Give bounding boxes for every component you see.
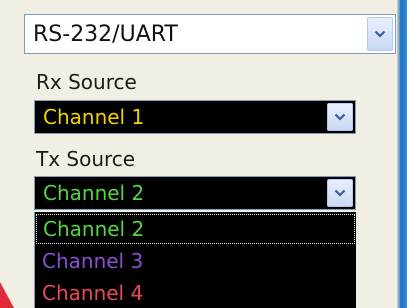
chevron-down-icon [334,113,346,121]
tx-option-channel-4[interactable]: Channel 4 [36,278,355,308]
dropdown-button[interactable] [327,179,353,207]
protocol-mode-value: RS-232/UART [33,21,178,47]
tx-option-channel-3[interactable]: Channel 3 [36,246,355,276]
rx-source-label: Rx Source [36,70,137,94]
tx-source-value: Channel 2 [43,181,145,205]
chevron-down-icon [374,30,386,38]
protocol-settings-panel: RS-232/UART Rx Source Channel 1 Tx Sourc… [0,0,397,308]
rx-source-select[interactable]: Channel 1 [34,100,356,134]
tx-option-channel-2[interactable]: Channel 2 [36,214,355,244]
tx-source-select[interactable]: Channel 2 [34,176,356,210]
dropdown-button[interactable] [367,17,393,51]
rx-source-value: Channel 1 [43,105,145,129]
chevron-down-icon [334,189,346,197]
window-edge [397,0,407,308]
dropdown-button[interactable] [327,103,353,131]
tx-source-dropdown-list: Channel 2 Channel 3 Channel 4 [34,212,356,308]
decorative-red-shape [0,282,14,308]
protocol-mode-select[interactable]: RS-232/UART [24,14,396,54]
tx-source-label: Tx Source [36,147,136,171]
